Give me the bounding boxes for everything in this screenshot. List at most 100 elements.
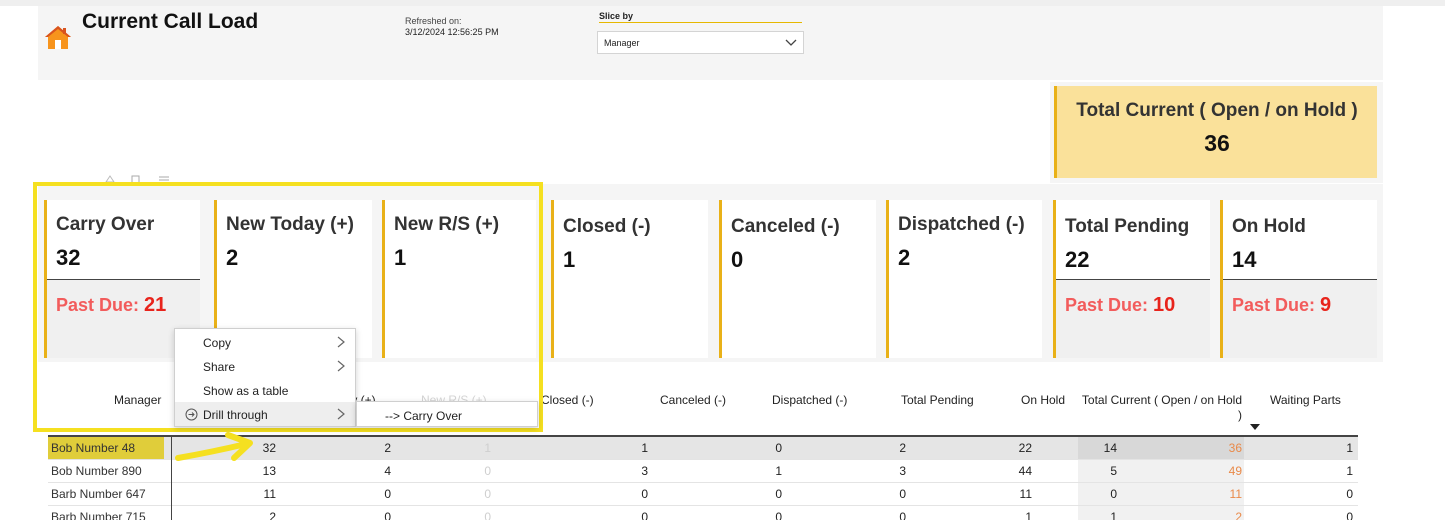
- header-dispatched[interactable]: Dispatched (-): [772, 393, 847, 407]
- table-row[interactable]: Barb Number 715 2 0 0 0 0 0 1 1 2 0: [48, 506, 1358, 520]
- submenu-item-carry-over[interactable]: --> Carry Over: [385, 409, 462, 423]
- card-value: 1: [394, 245, 407, 270]
- header-total-pending[interactable]: Total Pending: [901, 393, 974, 407]
- on-hold-value[interactable]: 1: [1110, 510, 1117, 520]
- total-current-cell-shade: [1078, 506, 1244, 520]
- total-current-value[interactable]: 49: [1229, 464, 1242, 478]
- total-current-value[interactable]: 2: [1235, 510, 1242, 520]
- header-total-current[interactable]: Total Current ( Open / on Hold ): [1078, 393, 1242, 423]
- menu-item-show-as-table[interactable]: Show as a table: [175, 378, 355, 402]
- menu-item-label: Copy: [203, 336, 232, 350]
- card-value: 22: [1065, 247, 1090, 272]
- carry-over-value[interactable]: 2: [269, 510, 276, 520]
- waiting-parts-value[interactable]: 0: [1346, 510, 1353, 520]
- header-waiting-parts[interactable]: Waiting Parts: [1270, 393, 1341, 407]
- past-due-text: Past Due: 10: [1065, 294, 1175, 317]
- slice-by-dropdown[interactable]: Manager: [597, 31, 804, 54]
- closed-value[interactable]: 0: [641, 487, 648, 501]
- table-row[interactable]: Barb Number 647 11 0 0 0 0 0 11 0 11 0: [48, 483, 1358, 506]
- past-due-label: Past Due:: [1232, 295, 1321, 315]
- refreshed-label: Refreshed on:: [405, 16, 462, 26]
- closed-value[interactable]: 3: [641, 464, 648, 478]
- new-rs-value[interactable]: 0: [484, 510, 491, 520]
- card-label: New Today (+): [226, 214, 354, 235]
- waiting-parts-value[interactable]: 0: [1346, 487, 1353, 501]
- new-today-value[interactable]: 0: [384, 487, 391, 501]
- total-current-value[interactable]: 36: [1229, 441, 1242, 455]
- closed-value[interactable]: 0: [641, 510, 648, 520]
- drill-through-icon: [185, 408, 198, 421]
- menu-item-share[interactable]: Share: [175, 354, 355, 378]
- new-rs-value[interactable]: 1: [484, 441, 491, 455]
- card-value: 14: [1232, 247, 1257, 272]
- header-on-hold[interactable]: On Hold: [1021, 393, 1065, 407]
- canceled-value[interactable]: 0: [775, 510, 782, 520]
- canceled-value[interactable]: 1: [775, 464, 782, 478]
- dispatched-value[interactable]: 2: [899, 441, 906, 455]
- carry-over-value[interactable]: 32: [263, 441, 276, 455]
- annotation-arrow: [175, 432, 253, 461]
- new-today-value[interactable]: 0: [384, 510, 391, 520]
- dispatched-value[interactable]: 0: [899, 510, 906, 520]
- card-value: 2: [898, 245, 911, 270]
- total-pending-value[interactable]: 44: [1019, 464, 1032, 478]
- carry-over-value[interactable]: 13: [263, 464, 276, 478]
- total-pending-value[interactable]: 22: [1019, 441, 1032, 455]
- dispatched-value[interactable]: 0: [899, 487, 906, 501]
- page-title: Current Call Load: [82, 10, 259, 33]
- on-hold-value[interactable]: 0: [1110, 487, 1117, 501]
- chevron-right-icon: [337, 336, 345, 348]
- canceled-value[interactable]: 0: [775, 441, 782, 455]
- closed-value[interactable]: 1: [641, 441, 648, 455]
- new-rs-value[interactable]: 0: [484, 487, 491, 501]
- card-value: 32: [56, 245, 81, 270]
- past-due-text: Past Due: 9: [1232, 294, 1331, 317]
- total-current-label: Total Current ( Open / on Hold ): [1076, 100, 1358, 121]
- new-today-value[interactable]: 2: [384, 441, 391, 455]
- home-icon[interactable]: [44, 24, 72, 50]
- header-manager[interactable]: Manager: [114, 393, 161, 407]
- new-rs-card[interactable]: New R/S (+) 1: [382, 200, 536, 358]
- new-today-value[interactable]: 4: [384, 464, 391, 478]
- sort-descending-icon[interactable]: [1250, 424, 1260, 430]
- total-pending-value[interactable]: 11: [1020, 487, 1032, 501]
- canceled-value[interactable]: 0: [775, 487, 782, 501]
- past-due-section: Past Due: 9: [1223, 280, 1377, 358]
- new-rs-value[interactable]: 0: [484, 464, 491, 478]
- menu-item-copy[interactable]: Copy: [175, 330, 355, 354]
- chevron-right-icon: [337, 360, 345, 372]
- menu-item-label: Share: [203, 360, 236, 374]
- drill-through-submenu: --> Carry Over: [356, 401, 538, 427]
- canceled-card[interactable]: Canceled (-) 0: [719, 200, 876, 358]
- chevron-down-icon: [785, 39, 797, 46]
- total-pending-card[interactable]: Total Pending 22 Past Due: 10: [1053, 200, 1210, 358]
- total-current-cell-shade: [1078, 483, 1244, 506]
- menu-item-drill-through[interactable]: Drill through: [175, 402, 355, 426]
- past-due-label: Past Due:: [56, 295, 145, 315]
- refreshed-timestamp: 3/12/2024 12:56:25 PM: [405, 27, 499, 37]
- manager-name[interactable]: Barb Number 647: [51, 487, 146, 501]
- past-due-value: 10: [1153, 294, 1176, 316]
- dispatched-card[interactable]: Dispatched (-) 2: [886, 200, 1042, 358]
- card-value: 1: [563, 247, 576, 272]
- dispatched-value[interactable]: 3: [899, 464, 906, 478]
- total-pending-value[interactable]: 1: [1025, 510, 1032, 520]
- closed-card[interactable]: Closed (-) 1: [551, 200, 708, 358]
- on-hold-value[interactable]: 14: [1104, 441, 1117, 455]
- on-hold-card[interactable]: On Hold 14 Past Due: 9: [1220, 200, 1377, 358]
- manager-name[interactable]: Bob Number 48: [51, 441, 135, 455]
- header-canceled[interactable]: Canceled (-): [660, 393, 726, 407]
- manager-name[interactable]: Barb Number 715: [51, 510, 146, 520]
- header-closed[interactable]: Closed (-): [541, 393, 594, 407]
- waiting-parts-value[interactable]: 1: [1346, 441, 1353, 455]
- past-due-value: 9: [1320, 294, 1332, 316]
- waiting-parts-value[interactable]: 1: [1346, 464, 1353, 478]
- manager-name[interactable]: Bob Number 890: [51, 464, 142, 478]
- total-current-value[interactable]: 11: [1230, 487, 1242, 501]
- carry-over-value[interactable]: 11: [264, 487, 276, 501]
- visual-toolbar[interactable]: [104, 174, 200, 186]
- total-current-card[interactable]: Total Current ( Open / on Hold ) 36: [1054, 86, 1377, 178]
- past-due-text: Past Due: 21: [56, 294, 166, 317]
- on-hold-value[interactable]: 5: [1110, 464, 1117, 478]
- slicer-label: Slice by: [599, 11, 634, 21]
